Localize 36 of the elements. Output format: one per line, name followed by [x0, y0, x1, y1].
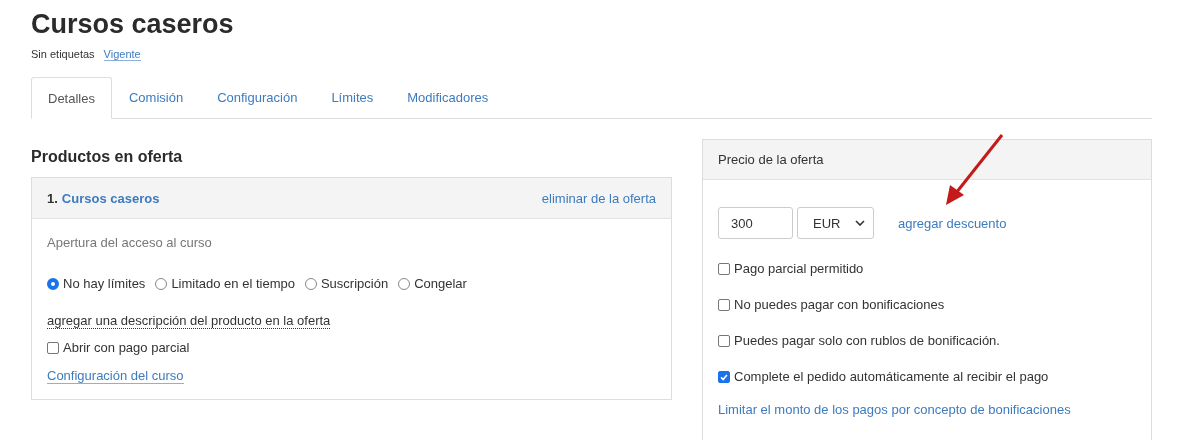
product-number: 1.	[47, 190, 58, 206]
tags-label: Sin etiquetas	[31, 48, 95, 60]
section-heading: Productos en oferta	[31, 148, 184, 166]
bonus-limit-link[interactable]: Limitar el monto de los pagos por concepto de bonificaciones	[718, 402, 1136, 417]
card-title: Precio de la oferta	[718, 152, 824, 167]
checkbox-label[interactable]: Pago parcial permitido	[734, 261, 864, 276]
status-link[interactable]: Vigente	[103, 48, 141, 61]
discount-link[interactable]: agregar descuento	[898, 215, 1007, 231]
radio-label[interactable]: No hay límites	[63, 276, 146, 291]
checkbox[interactable]	[718, 334, 730, 347]
course-settings-link[interactable]: Configuración del curso	[47, 368, 184, 384]
tab[interactable]: Límites	[314, 77, 391, 118]
price-input[interactable]: 300	[718, 207, 793, 239]
checkbox[interactable]	[718, 298, 730, 311]
checkbox-label[interactable]: Puedes pagar solo con rublos de bonificación.	[734, 333, 1000, 348]
radio-label[interactable]: Suscripción	[320, 276, 389, 291]
tab[interactable]: Configuración	[200, 77, 315, 118]
tab[interactable]: Comisión	[111, 77, 201, 118]
description-link[interactable]: agregar una descripción del producto en la oferta	[47, 313, 331, 329]
checkbox[interactable]	[718, 262, 730, 275]
checkbox-label[interactable]: No puedes pagar con bonificaciones	[734, 297, 945, 312]
radio-label[interactable]: Limitado en el tiempo	[171, 276, 295, 291]
currency-select[interactable]: EUR	[797, 207, 874, 239]
page-title: Cursos caseros	[31, 8, 235, 40]
checkbox[interactable]	[47, 341, 59, 354]
tab[interactable]: Modificadores	[390, 77, 506, 118]
checkbox-label[interactable]: Complete el pedido automáticamente al recibir el pago	[734, 369, 1049, 384]
remove-link[interactable]: eliminar de la oferta	[541, 190, 656, 206]
radio-label[interactable]: Congelar	[414, 276, 467, 291]
access-label: Apertura del acceso al curso	[47, 235, 213, 250]
checkbox[interactable]	[718, 370, 730, 383]
radio-button[interactable]	[47, 277, 59, 290]
checkbox-label[interactable]: Abrir con pago parcial	[63, 340, 190, 355]
tab[interactable]: Detalles	[31, 77, 112, 119]
chevron-down-icon	[855, 220, 865, 226]
product-link[interactable]: Cursos caseros	[61, 190, 160, 206]
